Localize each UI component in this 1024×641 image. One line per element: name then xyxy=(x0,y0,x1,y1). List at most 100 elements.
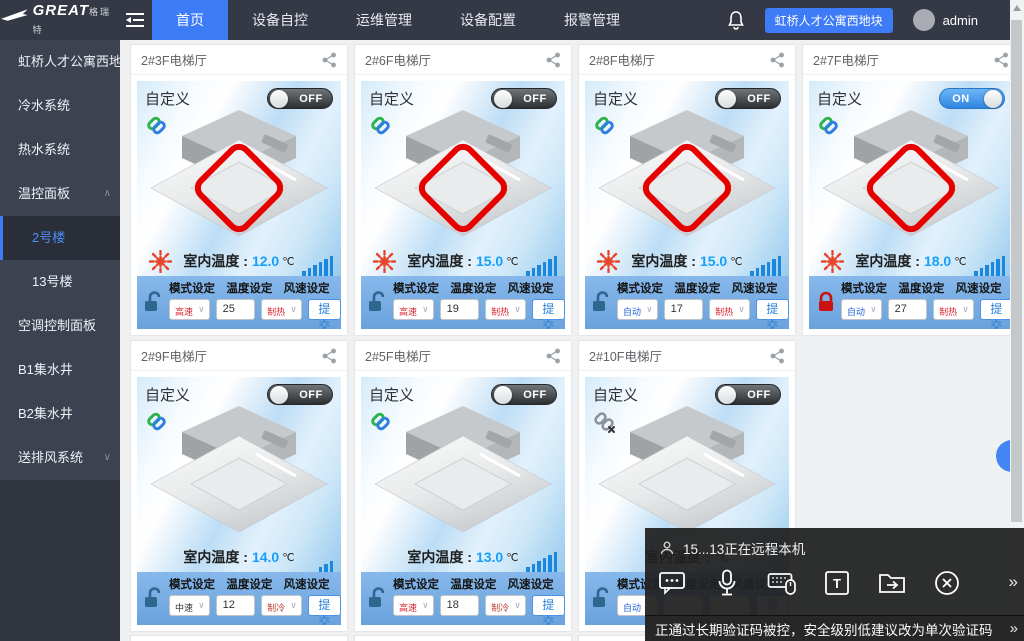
submit-button[interactable]: 提交 xyxy=(308,299,341,320)
control-strip: 模式设定 温度设定 风速设定 自动 ∨ 17 制热 ∨ xyxy=(585,276,789,329)
nav-item[interactable]: 设备配置 xyxy=(436,0,540,40)
setpoint-input[interactable]: 18 xyxy=(440,595,480,616)
unlocked-icon[interactable] xyxy=(592,587,612,609)
ac-unit-image xyxy=(592,402,782,536)
setpoint-input[interactable]: 25 xyxy=(216,299,256,320)
unlocked-icon[interactable] xyxy=(368,587,388,609)
mode-set-label: 模式设定 xyxy=(841,280,898,296)
chevron-down-icon: ∨ xyxy=(290,600,297,611)
ac-unit-image xyxy=(144,402,334,536)
chevron-down-icon: ∨ xyxy=(422,304,429,315)
next-row-card-peek xyxy=(130,635,348,641)
fan-select[interactable]: 制热 ∨ xyxy=(261,299,302,320)
sidebar-item[interactable]: 热水系统 xyxy=(0,128,120,172)
setpoint-input[interactable]: 27 xyxy=(888,299,928,320)
chevron-down-icon: ∨ xyxy=(290,304,297,315)
nav-item[interactable]: 报警管理 xyxy=(540,0,644,40)
sidebar-item[interactable]: B1集水井 xyxy=(0,348,120,392)
fan-set-label: 风速设定 xyxy=(508,280,565,296)
unlocked-icon[interactable] xyxy=(144,291,164,313)
sidebar-item[interactable]: 冷水系统 xyxy=(0,84,120,128)
sidebar-item[interactable]: B2集水井 xyxy=(0,392,120,436)
share-icon[interactable] xyxy=(994,52,1009,68)
share-icon[interactable] xyxy=(770,348,785,364)
fan-select[interactable]: 制热 ∨ xyxy=(933,299,974,320)
mode-select[interactable]: 自动 ∨ xyxy=(617,299,658,320)
fan-select[interactable]: 制热 ∨ xyxy=(485,299,526,320)
setpoint-input[interactable]: 17 xyxy=(664,299,704,320)
sidebar-item[interactable]: 13号楼 xyxy=(0,260,120,304)
share-icon[interactable] xyxy=(322,52,337,68)
submit-button[interactable]: 提交 xyxy=(532,595,565,616)
project-badge[interactable]: 虹桥人才公寓西地块 xyxy=(765,8,893,33)
fan-select[interactable]: 制热 ∨ xyxy=(709,299,750,320)
setpoint-input[interactable]: 12 xyxy=(216,595,256,616)
notification-bell-icon[interactable] xyxy=(727,10,745,30)
scroll-up-arrow-icon[interactable] xyxy=(1013,5,1021,11)
sidebar-item[interactable]: 送排风系统∨ xyxy=(0,436,120,480)
fan-select[interactable]: 制冷 ∨ xyxy=(261,595,302,616)
toggle-knob xyxy=(270,386,288,404)
sidebar-item[interactable]: 虹桥人才公寓西地... xyxy=(0,40,120,84)
submit-button[interactable]: 提交 xyxy=(756,299,789,320)
logo-text: GREAT xyxy=(33,2,89,19)
sidebar: 虹桥人才公寓西地...冷水系统热水系统温控面板∧ 2号楼 13号楼空调控制面板B1集… xyxy=(0,40,120,641)
sidebar-item[interactable]: 温控面板∧ xyxy=(0,172,120,216)
unlocked-icon[interactable] xyxy=(368,291,388,313)
mode-select[interactable]: 高速 ∨ xyxy=(169,299,210,320)
mode-select[interactable]: 高速 ∨ xyxy=(393,299,434,320)
toggle-knob xyxy=(270,90,288,108)
toggle-knob xyxy=(718,90,736,108)
keyboard-mouse-icon[interactable] xyxy=(767,568,797,598)
overlay-expand-icon[interactable]: » xyxy=(1009,572,1016,592)
chat-icon[interactable] xyxy=(657,568,687,598)
mode-select[interactable]: 自动 ∨ xyxy=(841,299,882,320)
collapse-sidebar-icon[interactable] xyxy=(118,0,152,40)
share-icon[interactable] xyxy=(322,348,337,364)
scrollbar-thumb[interactable] xyxy=(1011,20,1022,522)
text-tool-icon[interactable]: T xyxy=(822,568,852,598)
submit-button[interactable]: 提交 xyxy=(308,595,341,616)
room-temp-label: 室内温度 : xyxy=(183,251,248,271)
heating-sun-icon xyxy=(597,250,620,273)
fan-select[interactable]: 制冷 ∨ xyxy=(485,595,526,616)
microphone-icon[interactable] xyxy=(712,568,742,598)
submit-button[interactable]: 提交 xyxy=(980,299,1013,320)
submit-button[interactable]: 提交 xyxy=(532,299,565,320)
card-title: 2#5F电梯厅 xyxy=(365,346,431,365)
temperature-row: 室内温度 : 15.0 ℃ xyxy=(585,243,789,279)
control-strip: 模式设定 温度设定 风速设定 高速 ∨ 25 制热 ∨ xyxy=(137,276,341,329)
fan-set-label: 风速设定 xyxy=(956,280,1013,296)
chevron-down-icon: ∨ xyxy=(514,304,521,315)
file-transfer-icon[interactable] xyxy=(877,568,907,598)
user-menu[interactable]: admin xyxy=(913,9,978,31)
nav-item[interactable]: 运维管理 xyxy=(332,0,436,40)
chevron-down-icon: ∨ xyxy=(870,304,877,315)
room-temp-unit: ℃ xyxy=(506,255,518,268)
locked-icon[interactable] xyxy=(816,291,836,313)
nav-item[interactable]: 设备自控 xyxy=(228,0,332,40)
mode-select[interactable]: 中速 ∨ xyxy=(169,595,210,616)
setpoint-input[interactable]: 19 xyxy=(440,299,480,320)
sidebar-menu: 虹桥人才公寓西地...冷水系统热水系统温控面板∧ 2号楼 13号楼空调控制面板B1集… xyxy=(0,40,120,480)
card-title: 2#8F电梯厅 xyxy=(589,50,655,69)
notice-more-icon[interactable]: » xyxy=(1010,620,1024,637)
nav-item[interactable]: 首页 xyxy=(152,0,228,40)
mode-select[interactable]: 高速 ∨ xyxy=(393,595,434,616)
sidebar-item-label: 2号楼 xyxy=(32,230,65,245)
unlocked-icon[interactable] xyxy=(144,587,164,609)
sidebar-item[interactable]: 2号楼 xyxy=(0,216,120,260)
share-icon[interactable] xyxy=(770,52,785,68)
close-session-icon[interactable] xyxy=(932,568,962,598)
room-temp-label: 室内温度 : xyxy=(407,547,472,567)
room-temp-label: 室内温度 : xyxy=(855,251,920,271)
share-icon[interactable] xyxy=(546,52,561,68)
sidebar-item[interactable]: 空调控制面板 xyxy=(0,304,120,348)
unlocked-icon[interactable] xyxy=(592,291,612,313)
ac-unit-image xyxy=(144,106,334,240)
mode-set-label: 模式设定 xyxy=(393,280,450,296)
toggle-state-label: OFF xyxy=(740,93,778,105)
remote-session-title: 15...13正在远程本机 xyxy=(683,538,805,558)
share-icon[interactable] xyxy=(546,348,561,364)
ac-unit-image xyxy=(368,402,558,536)
